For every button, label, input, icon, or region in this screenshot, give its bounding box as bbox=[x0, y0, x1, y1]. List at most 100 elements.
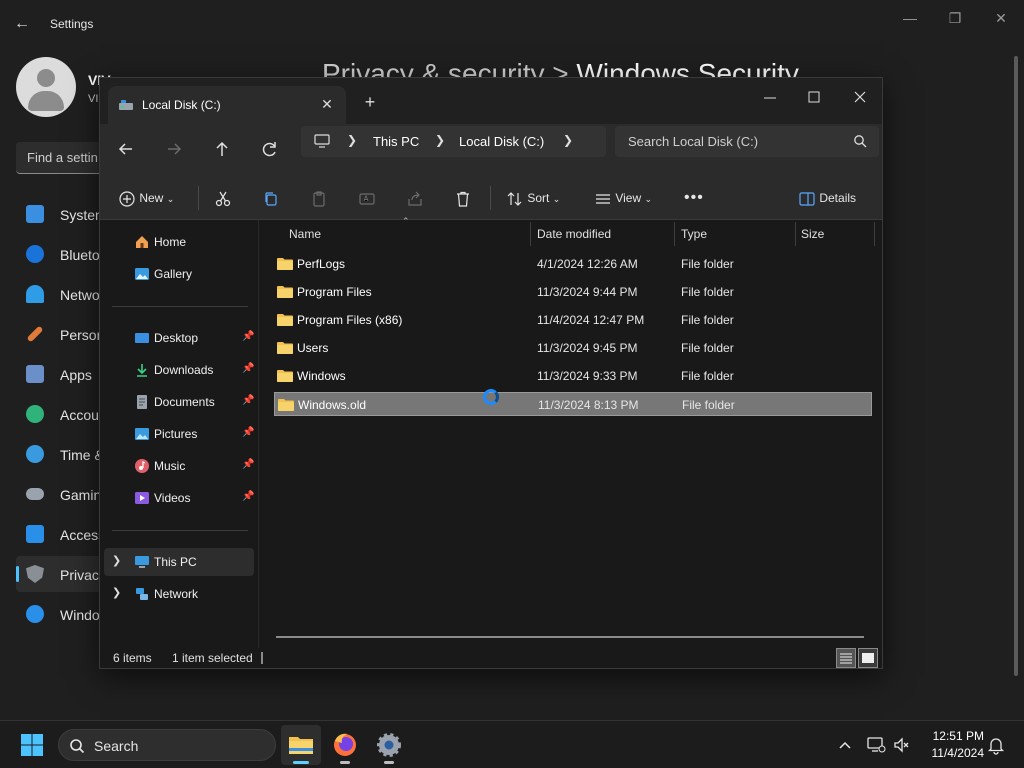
restore-icon[interactable]: ❐ bbox=[940, 8, 970, 28]
table-row[interactable]: Program Files (x86) 11/4/2024 12:47 PM F… bbox=[274, 308, 872, 332]
close-tab-icon[interactable]: ✕ bbox=[318, 95, 336, 113]
column-header-type[interactable]: Type bbox=[681, 220, 707, 248]
show-hidden-icons-button[interactable] bbox=[836, 736, 854, 754]
new-tab-button[interactable]: + bbox=[360, 93, 380, 113]
bluetooth-icon bbox=[26, 245, 44, 263]
close-icon[interactable] bbox=[840, 84, 880, 112]
divider bbox=[490, 186, 491, 210]
search-icon bbox=[70, 739, 85, 754]
cut-button[interactable] bbox=[214, 184, 232, 212]
column-divider[interactable] bbox=[795, 222, 796, 246]
chevron-right-icon[interactable]: ❯ bbox=[435, 133, 445, 147]
column-divider[interactable] bbox=[874, 222, 875, 246]
folder-icon bbox=[278, 399, 294, 411]
table-row-selected[interactable]: Windows.old 11/3/2024 8:13 PM File folde… bbox=[274, 392, 872, 416]
clock-date[interactable]: 11/4/2024 bbox=[920, 746, 985, 760]
more-options-button[interactable]: ••• bbox=[684, 184, 704, 212]
nav-pictures[interactable]: Pictures 📌 bbox=[104, 420, 254, 448]
chevron-right-icon[interactable]: ❯ bbox=[347, 133, 357, 147]
trash-icon bbox=[457, 191, 469, 207]
pin-icon[interactable]: 📌 bbox=[242, 459, 254, 470]
chevron-right-icon[interactable]: ❯ bbox=[112, 586, 121, 599]
horizontal-scrollbar[interactable] bbox=[276, 636, 864, 638]
share-button[interactable] bbox=[406, 184, 424, 212]
navigation-pane: Home Gallery Desktop 📌 Downloads 📌 Docum… bbox=[100, 220, 260, 648]
pin-icon[interactable]: 📌 bbox=[242, 491, 254, 502]
column-divider[interactable] bbox=[530, 222, 531, 246]
nav-this-pc[interactable]: ❯ This PC bbox=[104, 548, 254, 576]
new-button[interactable]: New ⌄ bbox=[118, 184, 174, 212]
volume-muted-icon[interactable] bbox=[892, 735, 912, 755]
nav-gallery[interactable]: Gallery bbox=[104, 260, 254, 288]
pane-divider[interactable] bbox=[258, 220, 259, 648]
nav-desktop[interactable]: Desktop 📌 bbox=[104, 324, 254, 352]
pin-icon[interactable]: 📌 bbox=[242, 427, 254, 438]
column-divider[interactable] bbox=[674, 222, 675, 246]
column-header-date[interactable]: Date modified bbox=[537, 220, 611, 248]
column-header-name[interactable]: Name bbox=[289, 220, 321, 248]
up-button[interactable] bbox=[206, 134, 238, 164]
chevron-right-icon[interactable]: ❯ bbox=[112, 554, 121, 567]
search-input[interactable]: Search Local Disk (C:) bbox=[615, 126, 879, 157]
column-header-size[interactable]: Size bbox=[801, 220, 824, 248]
pin-icon[interactable]: 📌 bbox=[242, 331, 254, 342]
folder-icon bbox=[277, 314, 293, 326]
clock-time[interactable]: 12:51 PM bbox=[928, 729, 984, 743]
back-button[interactable] bbox=[110, 134, 142, 164]
details-view-button[interactable] bbox=[836, 648, 856, 668]
minimize-icon[interactable]: — bbox=[895, 8, 925, 28]
nav-videos[interactable]: Videos 📌 bbox=[104, 484, 254, 512]
table-row[interactable]: Windows 11/3/2024 9:33 PM File folder bbox=[274, 364, 872, 388]
settings-scrollbar[interactable] bbox=[1014, 56, 1018, 676]
avatar[interactable] bbox=[16, 57, 76, 117]
nav-documents[interactable]: Documents 📌 bbox=[104, 388, 254, 416]
firefox-icon bbox=[334, 733, 356, 756]
command-bar: New ⌄ Sort ⌄ View ⌄ ••• Details bbox=[100, 176, 882, 220]
download-icon bbox=[137, 364, 147, 377]
minimize-icon[interactable] bbox=[750, 84, 790, 112]
computer-icon bbox=[135, 556, 149, 568]
back-arrow-icon[interactable]: ← bbox=[14, 14, 34, 34]
tab-local-disk[interactable]: Local Disk (C:) ✕ bbox=[108, 86, 346, 124]
taskbar-search[interactable]: Search bbox=[58, 729, 276, 761]
nav-network[interactable]: ❯ Network bbox=[104, 580, 254, 608]
taskbar-file-explorer[interactable] bbox=[281, 725, 321, 765]
sort-button[interactable]: Sort ⌄ bbox=[506, 184, 560, 212]
sort-ascending-icon: ⌃ bbox=[402, 216, 410, 226]
maximize-icon[interactable] bbox=[794, 84, 834, 112]
pin-icon[interactable]: 📌 bbox=[242, 363, 254, 374]
view-button[interactable]: View ⌄ bbox=[594, 184, 652, 212]
rename-icon bbox=[359, 193, 375, 205]
rename-button[interactable] bbox=[358, 184, 376, 212]
busy-cursor-icon bbox=[483, 389, 499, 405]
copy-button[interactable] bbox=[262, 184, 280, 212]
folder-icon bbox=[277, 342, 293, 354]
tiles-view-button[interactable] bbox=[858, 648, 878, 668]
refresh-button[interactable] bbox=[254, 134, 286, 164]
table-row[interactable]: Users 11/3/2024 9:45 PM File folder bbox=[274, 336, 872, 360]
paste-button[interactable] bbox=[310, 184, 328, 212]
gear-icon bbox=[377, 733, 401, 757]
taskbar-settings[interactable] bbox=[369, 725, 409, 765]
network-status-icon[interactable] bbox=[866, 735, 886, 755]
breadcrumb-local-disk[interactable]: Local Disk (C:) bbox=[459, 134, 544, 149]
desktop-icon bbox=[135, 333, 149, 343]
start-button[interactable] bbox=[12, 725, 52, 765]
details-button[interactable]: Details bbox=[798, 184, 856, 212]
forward-button[interactable] bbox=[158, 134, 190, 164]
monitor-icon bbox=[314, 134, 330, 148]
item-count: 6 items bbox=[113, 651, 152, 665]
table-row[interactable]: PerfLogs 4/1/2024 12:26 AM File folder bbox=[274, 252, 872, 276]
pin-icon[interactable]: 📌 bbox=[242, 395, 254, 406]
close-icon[interactable]: ✕ bbox=[986, 8, 1016, 28]
table-row[interactable]: Program Files 11/3/2024 9:44 PM File fol… bbox=[274, 280, 872, 304]
taskbar-firefox[interactable] bbox=[325, 725, 365, 765]
chevron-right-icon[interactable]: ❯ bbox=[563, 133, 573, 147]
notification-bell-icon[interactable] bbox=[987, 735, 1005, 755]
breadcrumb-this-pc[interactable]: This PC bbox=[373, 134, 419, 149]
delete-button[interactable] bbox=[454, 184, 472, 212]
nav-downloads[interactable]: Downloads 📌 bbox=[104, 356, 254, 384]
breadcrumb[interactable]: ❯ This PC ❯ Local Disk (C:) ❯ bbox=[301, 126, 606, 157]
nav-music[interactable]: Music 📌 bbox=[104, 452, 254, 480]
nav-home[interactable]: Home bbox=[104, 228, 254, 256]
